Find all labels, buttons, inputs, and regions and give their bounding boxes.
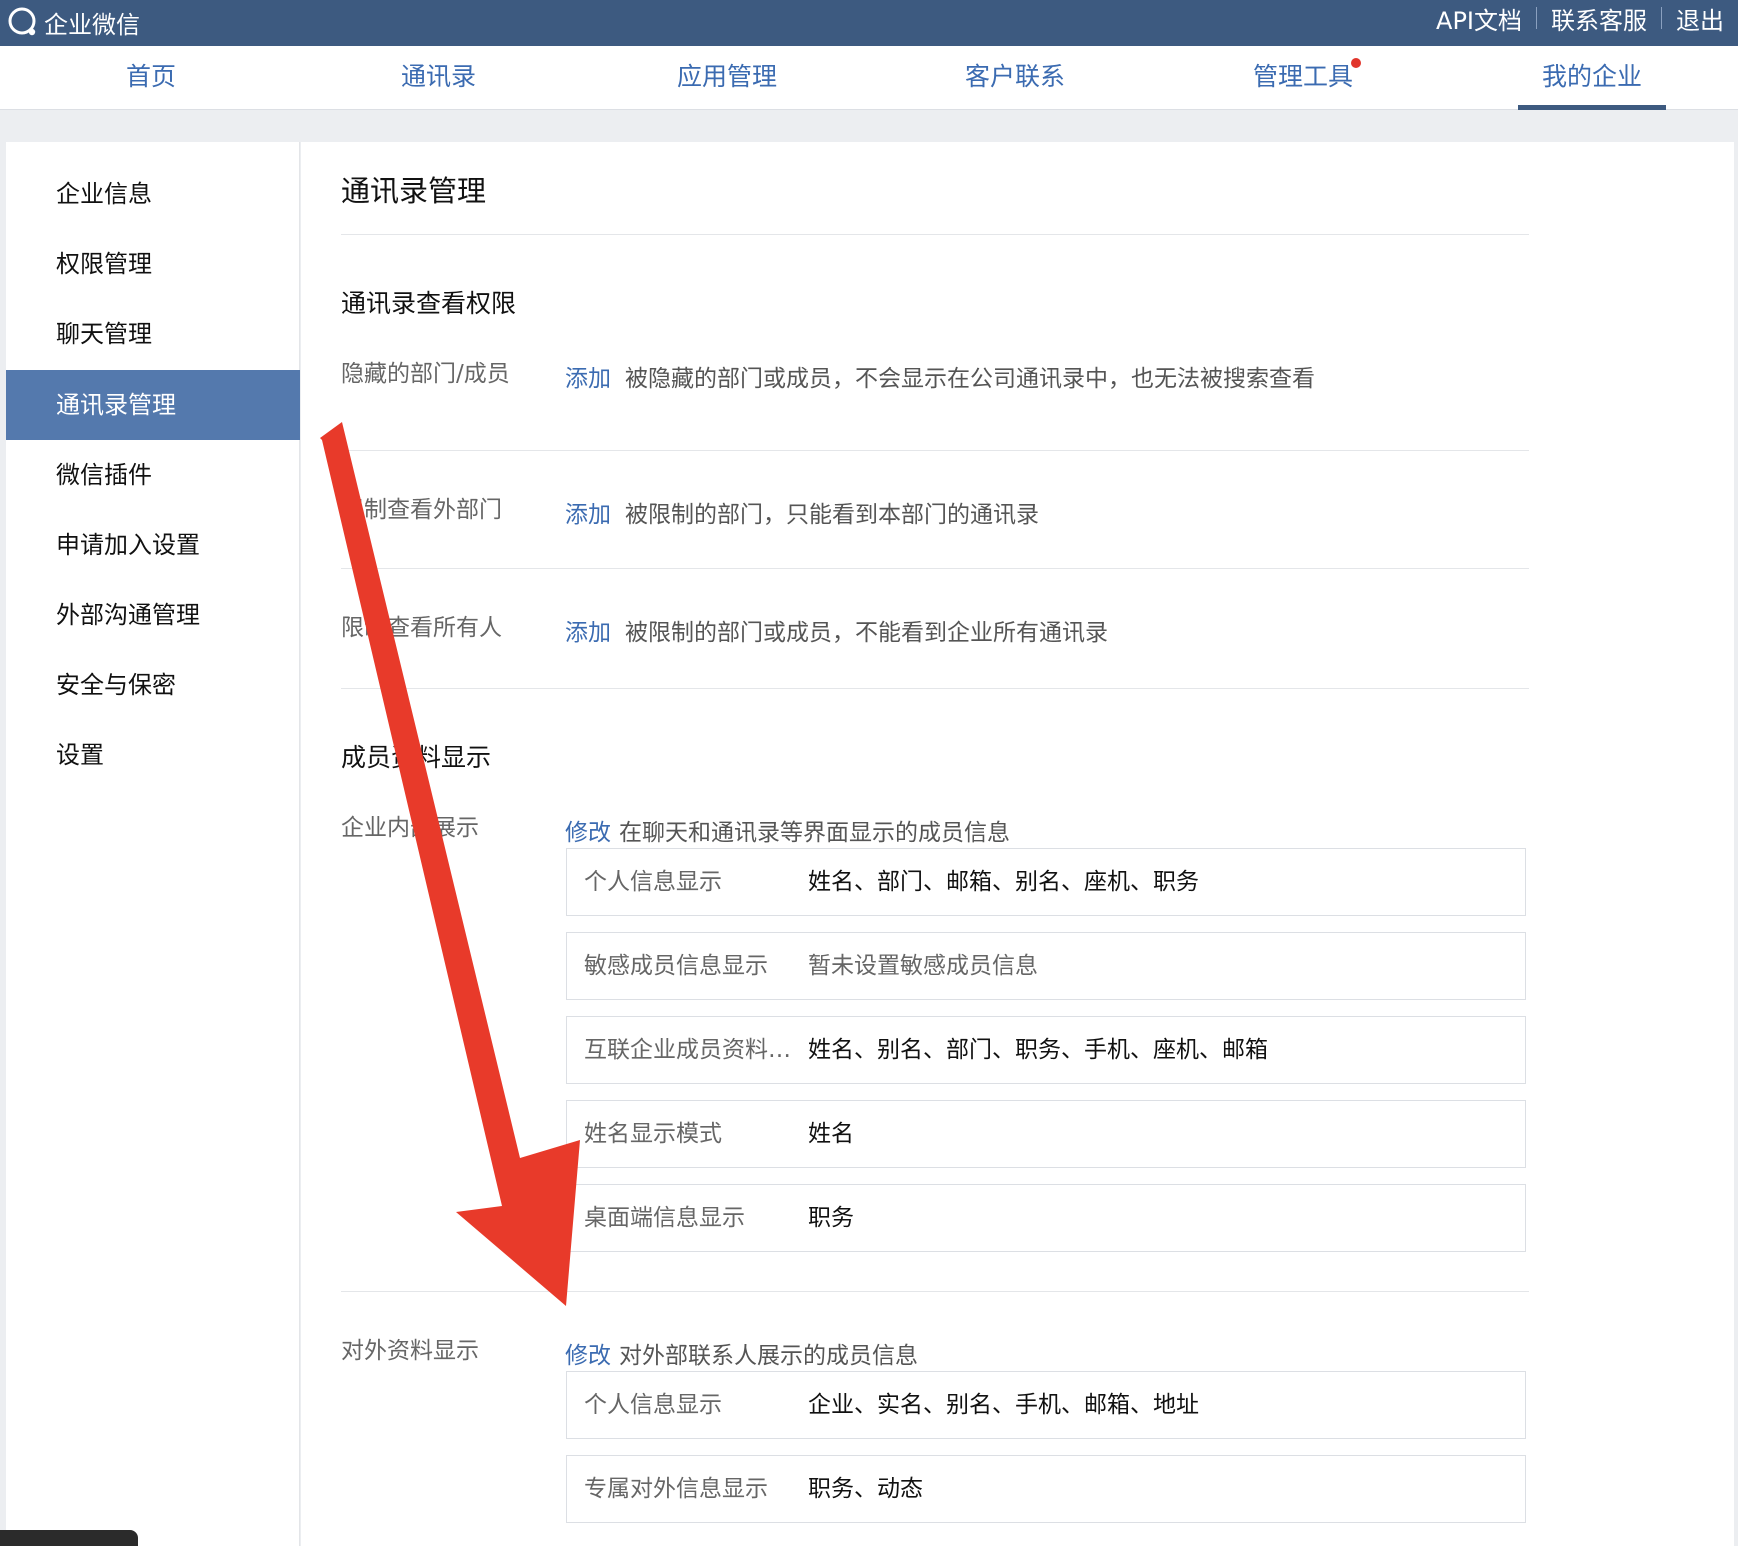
restrict-external-dept-row: 添加 被限制的部门，只能看到本部门的通讯录 xyxy=(565,495,1039,529)
notification-dot xyxy=(1351,58,1361,68)
api-docs-link[interactable]: API文档 xyxy=(1422,1,1536,36)
add-hidden-members-link[interactable]: 添加 xyxy=(565,366,611,392)
restrict-all-row: 添加 被限制的部门或成员，不能看到企业所有通讯录 xyxy=(565,613,1108,647)
internal-item-sensitive-info: 敏感成员信息显示 暂未设置敏感成员信息 xyxy=(566,932,1526,1000)
sidebar-item-join-settings[interactable]: 申请加入设置 xyxy=(6,510,300,580)
nav-my-enterprise[interactable]: 我的企业 xyxy=(1517,46,1667,110)
internal-display-row: 修改 在聊天和通讯录等界面显示的成员信息 xyxy=(565,813,1010,847)
item-key: 互联企业成员资料… xyxy=(584,1037,791,1063)
external-display-desc: 对外部联系人展示的成员信息 xyxy=(619,1343,918,1369)
section-title-view-permission: 通讯录查看权限 xyxy=(341,289,517,318)
item-value: 姓名、别名、部门、职务、手机、座机、邮箱 xyxy=(808,1037,1268,1063)
edit-external-display-link[interactable]: 修改 xyxy=(565,1343,611,1369)
main-panel xyxy=(301,142,1734,1546)
divider xyxy=(341,1291,1529,1292)
internal-item-personal-info: 个人信息显示 姓名、部门、邮箱、别名、座机、职务 xyxy=(566,848,1526,916)
item-value: 职务 xyxy=(808,1205,854,1231)
page-title: 通讯录管理 xyxy=(341,174,487,208)
restrict-external-dept-label: 限制查看外部门 xyxy=(341,497,502,523)
external-item-exclusive-info: 专属对外信息显示 职务、动态 xyxy=(566,1455,1526,1523)
add-restrict-external-dept-link[interactable]: 添加 xyxy=(565,502,611,528)
section-title-member-display: 成员资料显示 xyxy=(341,743,492,772)
logo[interactable]: 企业微信 xyxy=(6,4,140,40)
sidebar-item-contacts-management[interactable]: 通讯录管理 xyxy=(6,370,300,440)
restrict-all-desc: 被限制的部门或成员，不能看到企业所有通讯录 xyxy=(625,620,1108,646)
nav-contacts[interactable]: 通讯录 xyxy=(401,46,476,110)
nav-app-management[interactable]: 应用管理 xyxy=(677,46,777,110)
internal-display-desc: 在聊天和通讯录等界面显示的成员信息 xyxy=(619,820,1010,846)
item-value: 姓名 xyxy=(808,1121,854,1147)
divider xyxy=(341,568,1529,569)
internal-item-name-mode: 姓名显示模式 姓名 xyxy=(566,1100,1526,1168)
nav-management-tools[interactable]: 管理工具 xyxy=(1253,46,1353,110)
sidebar: 企业信息 权限管理 聊天管理 通讯录管理 微信插件 申请加入设置 外部沟通管理 … xyxy=(6,142,300,1546)
item-key: 个人信息显示 xyxy=(584,1392,722,1418)
add-restrict-all-link[interactable]: 添加 xyxy=(565,620,611,646)
divider xyxy=(341,688,1529,689)
sidebar-item-permissions[interactable]: 权限管理 xyxy=(6,229,300,299)
external-item-personal-info: 个人信息显示 企业、实名、别名、手机、邮箱、地址 xyxy=(566,1371,1526,1439)
contact-support-link[interactable]: 联系客服 xyxy=(1537,1,1661,36)
nav-home[interactable]: 首页 xyxy=(126,46,176,110)
hidden-members-label: 隐藏的部门/成员 xyxy=(341,361,510,387)
external-display-row: 修改 对外部联系人展示的成员信息 xyxy=(565,1336,918,1370)
item-key: 敏感成员信息显示 xyxy=(584,953,768,979)
hidden-members-desc: 被隐藏的部门或成员，不会显示在公司通讯录中，也无法被搜索查看 xyxy=(625,366,1315,392)
item-value: 暂未设置敏感成员信息 xyxy=(808,953,1038,979)
divider xyxy=(341,234,1529,235)
logo-text: 企业微信 xyxy=(44,10,140,39)
sidebar-item-settings[interactable]: 设置 xyxy=(6,720,300,790)
external-display-label: 对外资料显示 xyxy=(341,1338,479,1364)
wecom-logo-icon xyxy=(8,7,36,36)
hidden-members-row: 添加 被隐藏的部门或成员，不会显示在公司通讯录中，也无法被搜索查看 xyxy=(565,359,1315,393)
sidebar-item-security[interactable]: 安全与保密 xyxy=(6,650,300,720)
top-bar: 企业微信 API文档 联系客服 退出 xyxy=(0,0,1738,46)
internal-display-label: 企业内部展示 xyxy=(341,815,479,841)
divider xyxy=(341,450,1529,451)
top-links: API文档 联系客服 退出 xyxy=(1422,0,1738,36)
item-key: 姓名显示模式 xyxy=(584,1121,722,1147)
item-value: 职务、动态 xyxy=(808,1476,923,1502)
internal-item-linked-enterprise: 互联企业成员资料… 姓名、别名、部门、职务、手机、座机、邮箱 xyxy=(566,1016,1526,1084)
sidebar-item-chat-management[interactable]: 聊天管理 xyxy=(6,299,300,369)
internal-item-desktop-display: 桌面端信息显示 职务 xyxy=(566,1184,1526,1252)
sidebar-item-wechat-plugin[interactable]: 微信插件 xyxy=(6,440,300,510)
restrict-external-dept-desc: 被限制的部门，只能看到本部门的通讯录 xyxy=(625,502,1039,528)
restrict-all-label: 限制查看所有人 xyxy=(341,615,502,641)
corner-tab xyxy=(0,1530,138,1546)
item-value: 企业、实名、别名、手机、邮箱、地址 xyxy=(808,1392,1199,1418)
nav-customer-contact[interactable]: 客户联系 xyxy=(965,46,1065,110)
item-key: 桌面端信息显示 xyxy=(584,1205,745,1231)
item-value: 姓名、部门、邮箱、别名、座机、职务 xyxy=(808,869,1199,895)
item-key: 专属对外信息显示 xyxy=(584,1476,768,1502)
sidebar-item-enterprise-info[interactable]: 企业信息 xyxy=(6,159,300,229)
logout-link[interactable]: 退出 xyxy=(1662,1,1738,36)
edit-internal-display-link[interactable]: 修改 xyxy=(565,820,611,846)
main-nav: 首页 通讯录 应用管理 客户联系 管理工具 我的企业 xyxy=(0,46,1738,110)
item-key: 个人信息显示 xyxy=(584,869,722,895)
sidebar-item-external-communication[interactable]: 外部沟通管理 xyxy=(6,580,300,650)
